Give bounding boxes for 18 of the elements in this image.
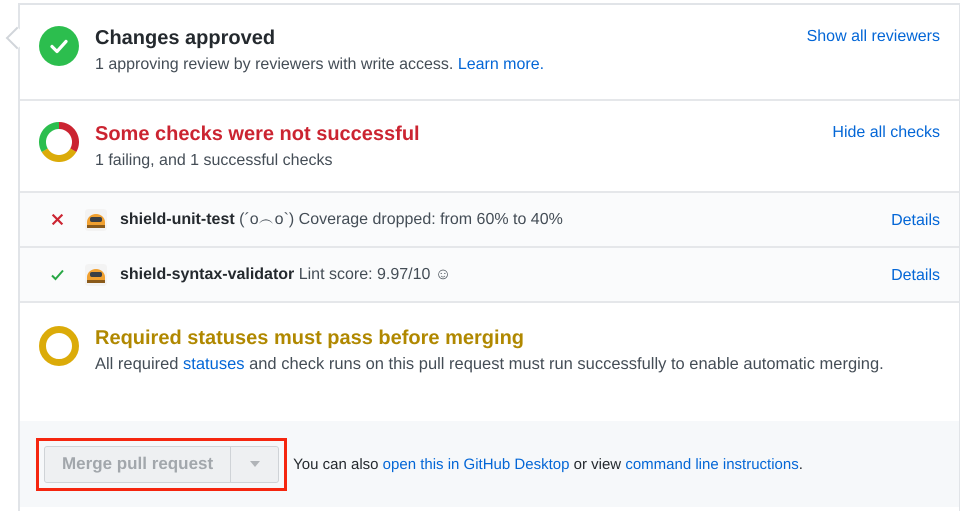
toggle-link[interactable]: Show all reviewers [806, 28, 940, 46]
link[interactable]: statuses [183, 355, 244, 373]
toggle-link[interactable]: Hide all checks [832, 124, 940, 142]
link[interactable]: Learn more. [458, 56, 544, 73]
description: 1 failing, and 1 successful checks [95, 151, 334, 171]
caret-icon [250, 461, 260, 467]
robot-icon [84, 262, 108, 286]
robot-icon [84, 208, 108, 232]
details-link[interactable]: Details [891, 212, 940, 230]
details-link[interactable]: Details [891, 267, 940, 285]
description: All required statuses and check runs on this pull request must run successfully to enable automatic merging. [95, 354, 885, 375]
section-title: Changes approved [95, 26, 276, 51]
check-description: shield-syntax-validator Lint score: 9.97/10 ☺ [120, 266, 452, 284]
check-description: shield-unit-test (´o︵o`) Coverage dropped: from 60% to 40% [120, 210, 564, 230]
merge-note: You can also open this in GitHub Desktop or view command line instructions. [293, 456, 803, 472]
description: 1 approving review by reviewers with write access. Learn more. [95, 55, 546, 75]
section-title: Required statuses must pass before merging [95, 326, 526, 351]
section-title: Some checks were not successful [95, 122, 421, 147]
